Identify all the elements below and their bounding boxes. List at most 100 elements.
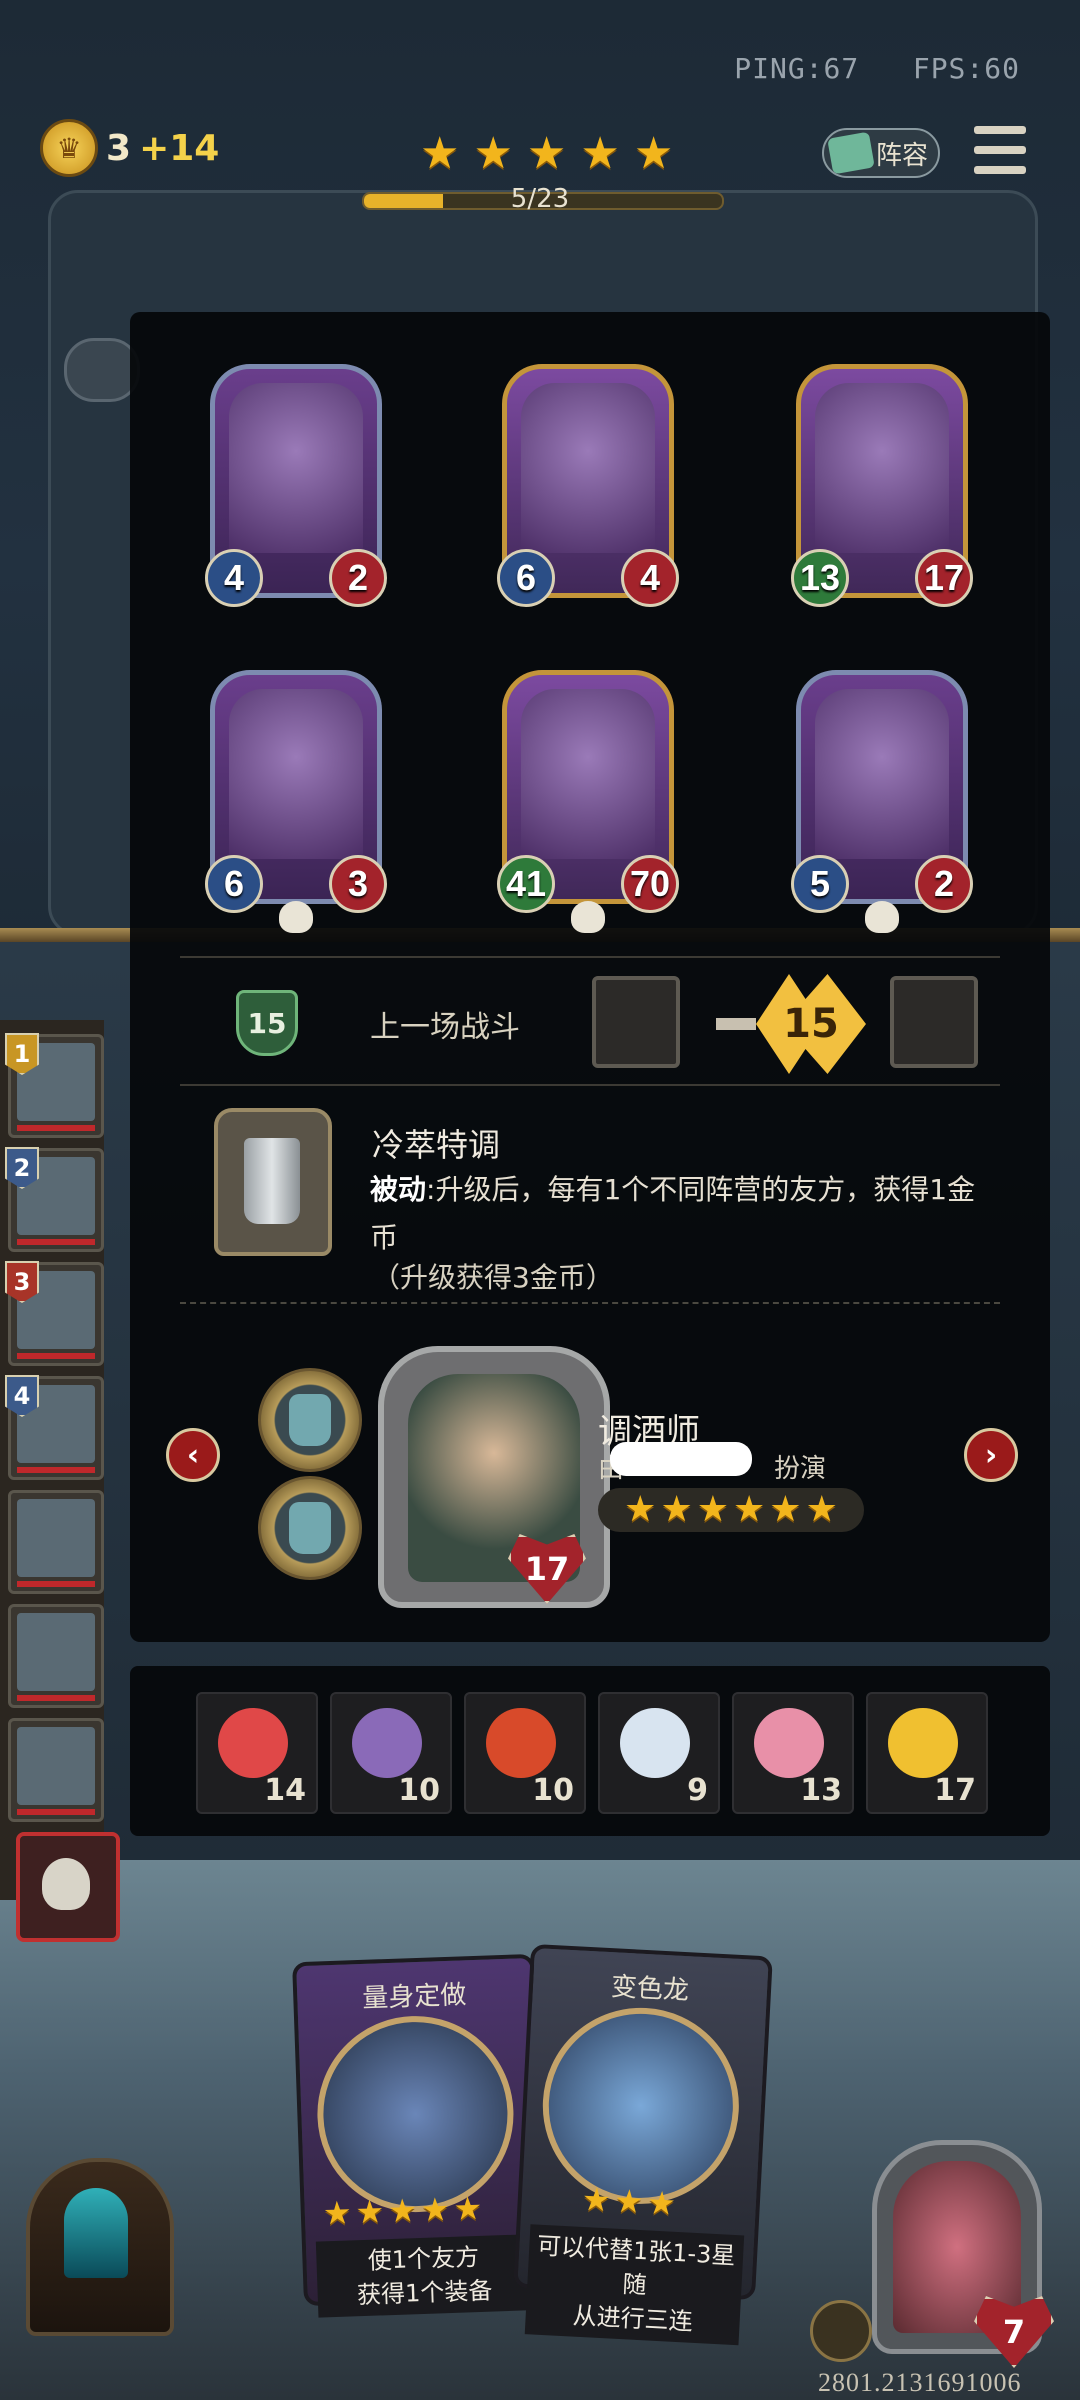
card-description: 使1个友方 获得1个装备 [315,2234,533,2318]
card-desc-line: 从进行三连 [572,2301,694,2336]
divider [180,1302,1000,1306]
offer-unit-card[interactable]: 41 70 [497,670,679,933]
ping-readout: PING:67 [734,52,860,85]
attacker-portrait[interactable] [592,976,680,1068]
level-progress-fill [364,194,443,208]
ability-keyword: 被动 [370,1173,427,1206]
item-slot[interactable]: 9 [598,1692,720,1814]
offer-unit-card[interactable]: 42 [205,364,387,607]
opponent-portrait[interactable] [890,976,978,1068]
unit-art [815,383,949,553]
star-icon: ★ [387,2191,418,2231]
card-stars: ★ ★ ★ ★ ★ [322,2188,483,2233]
shop-card[interactable]: 变色龙 ★ ★ ★ 可以代替1张1-3星随 从进行三连 [513,1943,773,2346]
roster-player[interactable]: 3 [5,1261,104,1366]
redaction-mask [610,1442,752,1476]
card-desc-line: 可以代替1张1-3星随 [536,2231,737,2300]
star-icon: ★ [452,2188,483,2228]
voice-credit-suffix: 扮演 [774,1454,827,1484]
cupcake-icon [754,1708,824,1778]
roster-player[interactable] [8,1604,104,1708]
item-count: 17 [934,1773,976,1808]
roster-player[interactable] [8,1490,104,1594]
jar-icon [289,1502,331,1554]
health-stat: 2 [329,549,387,607]
item-count: 14 [264,1773,306,1808]
star-icon: ★ [624,1489,657,1530]
star-icon: ★ [354,2192,385,2232]
star-icon: ★ [420,128,460,179]
item-slot[interactable]: 10 [330,1692,452,1814]
card-title: 量身定做 [361,1980,467,2014]
skull-icon [42,1858,90,1910]
offer-unit-card[interactable]: 63 [205,670,387,933]
star-icon: ★ [473,128,513,179]
shop-card[interactable]: 量身定做 ★ ★ ★ ★ ★ 使1个友方 获得1个装备 [292,1953,546,2318]
crown-coin-icon: ♛ [40,119,98,177]
card-art [314,2012,517,2216]
portal-icon[interactable] [26,2158,174,2336]
offer-unit-card[interactable]: 52 [791,670,973,933]
player-health-bar [17,1239,95,1245]
item-slot[interactable]: 14 [196,1692,318,1814]
cocktail-shaker-icon [244,1138,300,1224]
player-health-bar [17,1809,95,1815]
equipment-slot[interactable] [258,1368,362,1472]
health-stat: 4 [621,549,679,607]
unit-art [815,689,949,859]
unit-star-rating: ★ ★ ★ ★ ★ ★ [598,1488,864,1532]
star-icon: ★ [646,2183,677,2223]
card-description: 可以代替1张1-3星随 从进行三连 [524,2224,745,2346]
card-deck-icon [827,131,875,175]
ability-text: :升级后，每有1个不同阵营的友方，获得1金币 [370,1173,976,1254]
lineup-button[interactable]: 阵容 [822,128,940,178]
card-desc-line: 获得1个装备 [356,2276,493,2310]
chat-icon[interactable] [64,338,140,402]
ability-name: 冷萃特调 [372,1126,501,1164]
star-icon: ★ [580,2179,612,2220]
eliminated-player-slot[interactable] [16,1832,120,1942]
star-icon: ★ [660,1489,693,1530]
menu-button[interactable] [974,126,1026,174]
rubber-chicken-icon [888,1708,958,1778]
unit-art [521,383,655,553]
gold-amount: 3 [106,127,132,169]
item-slot[interactable]: 13 [732,1692,854,1814]
divider [180,1084,1000,1086]
star-icon: ★ [733,1489,766,1530]
ability-description: 被动:升级后，每有1个不同阵营的友方，获得1金币 [370,1166,980,1262]
attack-stat: 6 [497,549,555,607]
player-avatar [17,1613,95,1691]
offer-unit-card[interactable]: 64 [497,364,679,607]
roster-player[interactable]: 4 [5,1375,104,1480]
shield-card-icon [352,1708,422,1778]
roster-player[interactable]: 1 [5,1033,104,1138]
roster-player[interactable]: 2 [5,1147,104,1252]
user-id: 2801.2131691006 [818,2368,1022,2397]
gold-counter: ♛ 3 +14 [40,118,219,178]
player-health-bar [17,1353,95,1359]
star-icon: ★ [805,1489,838,1530]
item-slot[interactable]: 17 [866,1692,988,1814]
equipment-slot[interactable] [258,1476,362,1580]
player-health-bar [17,1125,95,1131]
offer-unit-card[interactable]: 13 17 [791,364,973,607]
attack-stat: 5 [791,855,849,913]
star-icon: ★ [769,1489,802,1530]
unit-art [521,689,655,859]
health-stat: 70 [621,855,679,913]
card-desc-line: 使1个友方 [367,2242,480,2275]
fps-readout: FPS:60 [912,52,1020,85]
item-slot[interactable]: 10 [464,1692,586,1814]
prev-unit-button[interactable]: ‹ [166,1428,220,1482]
gold-income: +14 [139,127,220,169]
star-icon: ★ [322,2193,353,2233]
divider [180,956,1000,958]
lineup-label: 阵容 [876,140,929,171]
roster-player[interactable] [8,1718,104,1822]
next-unit-button[interactable]: › [964,1428,1018,1482]
unit-art [229,689,363,859]
attack-stat: 6 [205,855,263,913]
bell-icon[interactable] [810,2300,872,2362]
item-count: 10 [532,1773,574,1808]
